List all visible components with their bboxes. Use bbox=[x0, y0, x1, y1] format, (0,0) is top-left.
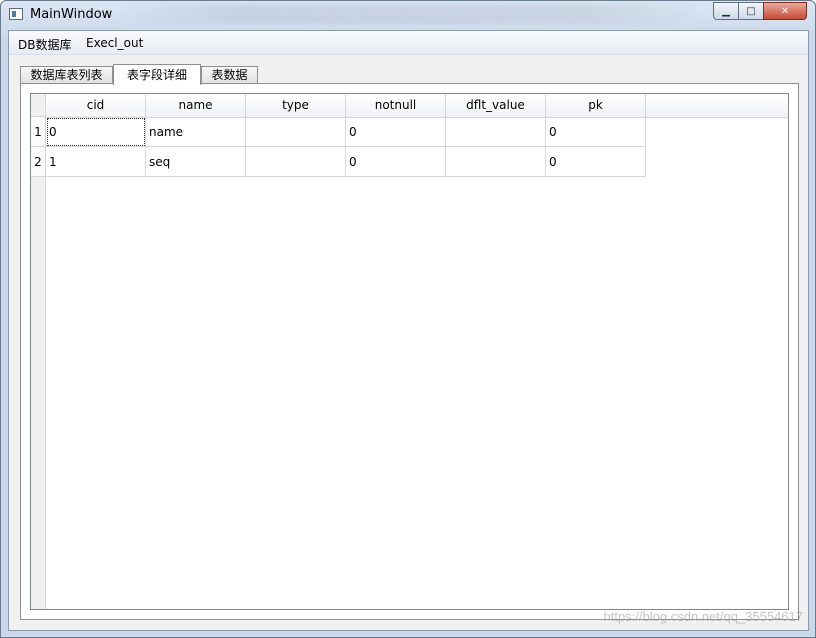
table-cell[interactable]: 0 bbox=[546, 147, 646, 177]
window-controls: ▁ □ ✕ bbox=[713, 2, 807, 22]
tab-table-data[interactable]: 表数据 bbox=[201, 66, 258, 84]
window-title: MainWindow bbox=[30, 7, 113, 22]
menu-db[interactable]: DB数据库 bbox=[18, 36, 71, 53]
table-cell[interactable] bbox=[246, 117, 346, 147]
table-cell[interactable]: 0 bbox=[546, 117, 646, 147]
app-window-icon bbox=[9, 8, 23, 20]
row-header-1[interactable]: 1 bbox=[31, 117, 45, 147]
table-corner-button[interactable] bbox=[31, 94, 46, 117]
table-cell[interactable]: 0 bbox=[346, 147, 446, 177]
menu-bar: DB数据库 Execl_out bbox=[9, 31, 808, 55]
field-table[interactable]: cid name type notnull dflt_value pk 1 2 … bbox=[30, 93, 789, 610]
column-header: cid name type notnull dflt_value pk bbox=[46, 94, 788, 118]
tab-database-table-list[interactable]: 数据库表列表 bbox=[20, 66, 113, 84]
table-cell[interactable]: 0 bbox=[46, 117, 146, 147]
row-header: 1 2 bbox=[31, 117, 46, 609]
column-header-cid[interactable]: cid bbox=[46, 94, 146, 117]
table-cell[interactable]: 0 bbox=[346, 117, 446, 147]
row-header-2[interactable]: 2 bbox=[31, 147, 45, 177]
menu-execl-out[interactable]: Execl_out bbox=[86, 36, 143, 50]
table-cell[interactable] bbox=[446, 147, 546, 177]
watermark-text: https://blog.csdn.net/qq_35554617 bbox=[603, 609, 804, 624]
tab-table-field-detail[interactable]: 表字段详细 bbox=[113, 64, 201, 85]
close-button[interactable]: ✕ bbox=[763, 2, 807, 20]
column-header-pk[interactable]: pk bbox=[546, 94, 646, 117]
column-header-type[interactable]: type bbox=[246, 94, 346, 117]
title-bar[interactable]: MainWindow ▁ □ ✕ bbox=[1, 1, 815, 29]
table-cell[interactable]: seq bbox=[146, 147, 246, 177]
tab-panel: cid name type notnull dflt_value pk 1 2 … bbox=[20, 83, 799, 620]
blurred-taskbar-region bbox=[119, 4, 699, 24]
minimize-button[interactable]: ▁ bbox=[713, 2, 739, 20]
table-cell[interactable]: 1 bbox=[46, 147, 146, 177]
column-header-dflt-value[interactable]: dflt_value bbox=[446, 94, 546, 117]
main-window: MainWindow ▁ □ ✕ DB数据库 Execl_out 数据库表列表 … bbox=[0, 0, 816, 638]
table-cell[interactable] bbox=[446, 117, 546, 147]
client-area: DB数据库 Execl_out 数据库表列表 表字段详细 表数据 cid nam… bbox=[8, 30, 809, 631]
table-cell[interactable]: name bbox=[146, 117, 246, 147]
column-header-name[interactable]: name bbox=[146, 94, 246, 117]
column-header-notnull[interactable]: notnull bbox=[346, 94, 446, 117]
table-cell[interactable] bbox=[246, 147, 346, 177]
maximize-button[interactable]: □ bbox=[738, 2, 764, 20]
